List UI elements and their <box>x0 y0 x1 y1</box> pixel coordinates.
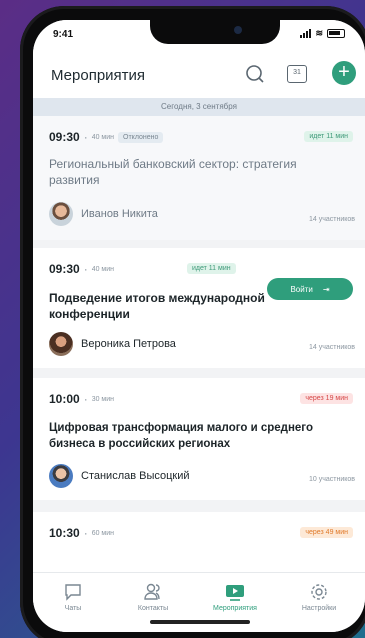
live-badge: идет 11 мин <box>304 131 353 142</box>
meta-separator: · <box>83 262 88 276</box>
live-badge: идет 11 мин <box>187 263 236 274</box>
signal-icon <box>300 29 312 38</box>
settings-icon <box>309 583 329 601</box>
event-card[interactable]: 10:00 · 30 мин через 19 мин Цифровая тра… <box>33 378 365 500</box>
page-title: Мероприятия <box>51 67 146 84</box>
status-time: 9:41 <box>53 29 74 40</box>
event-title: Региональный банковский сектор: стратеги… <box>49 157 297 187</box>
event-duration: 30 мин <box>91 395 115 403</box>
tab-label: Чаты <box>64 605 82 612</box>
contacts-icon <box>143 583 163 601</box>
meta-separator: · <box>83 130 88 144</box>
event-card[interactable]: 09:30 · 40 мин Отклонено идет 11 мин Рег… <box>33 116 365 240</box>
battery-icon <box>327 29 345 38</box>
event-card[interactable]: 09:30 · 40 мин идет 11 мин Подведение ит… <box>33 248 365 368</box>
event-title: Цифровая трансформация малого и среднего… <box>49 422 313 450</box>
tab-label: Настройки <box>301 605 337 612</box>
camera-icon <box>234 26 242 34</box>
participants-count: 14 участников <box>308 344 355 351</box>
enter-icon: ⇥ <box>322 284 330 294</box>
join-label: Войти <box>290 284 313 294</box>
avatar <box>49 202 73 226</box>
event-duration: 40 мин <box>91 265 115 273</box>
calendar-icon[interactable]: 31 <box>287 65 307 83</box>
event-meta: 10:30 · 60 мин <box>49 526 114 540</box>
events-icon <box>225 583 245 601</box>
avatar <box>49 464 73 488</box>
event-time: 09:30 <box>49 262 80 276</box>
phone-notch <box>150 18 280 44</box>
event-time: 10:30 <box>49 526 80 540</box>
avatar <box>49 332 73 356</box>
join-wrapper: Войти ⇥ <box>267 278 353 300</box>
search-icon[interactable] <box>245 64 265 84</box>
host-name: Станислав Высоцкий <box>81 470 190 482</box>
event-host: Вероника Петрова <box>49 332 176 356</box>
status-icons: ≋ <box>300 28 345 39</box>
chat-icon <box>63 583 83 601</box>
wifi-icon: ≋ <box>315 28 323 38</box>
add-event-button[interactable]: + <box>332 61 356 85</box>
tab-events[interactable]: Мероприятия <box>205 583 265 612</box>
meta-separator: · <box>83 526 88 540</box>
app-header: Мероприятия 31 + <box>33 46 365 98</box>
event-host: Иванов Никита <box>49 202 158 226</box>
event-duration: 60 мин <box>91 529 115 537</box>
host-name: Иванов Никита <box>81 208 158 220</box>
upcoming-badge: через 19 мин <box>300 393 353 404</box>
event-meta: 09:30 · 40 мин <box>49 262 114 276</box>
event-time: 09:30 <box>49 130 80 144</box>
participants-count: 14 участников <box>308 216 355 223</box>
event-time: 10:00 <box>49 392 80 406</box>
app-screen: 9:41 ≋ Мероприятия 31 + Сегодня, 3 сентя… <box>33 20 365 632</box>
participants-count: 10 участников <box>308 476 355 483</box>
event-card[interactable]: 10:30 · 60 мин через 49 мин <box>33 512 365 572</box>
date-band: Сегодня, 3 сентября <box>33 98 365 116</box>
tab-label: Контакты <box>137 605 169 612</box>
tab-contacts[interactable]: Контакты <box>123 583 183 612</box>
event-meta: 09:30 · 40 мин Отклонено <box>49 130 164 144</box>
status-badge: Отклонено <box>118 131 164 143</box>
meta-separator: · <box>83 392 88 406</box>
tab-settings[interactable]: Настройки <box>289 583 349 612</box>
host-name: Вероника Петрова <box>81 338 176 350</box>
event-duration: 40 мин <box>91 133 115 141</box>
home-indicator <box>150 620 250 624</box>
event-host: Станислав Высоцкий <box>49 464 190 488</box>
join-button[interactable]: Войти ⇥ <box>267 278 353 300</box>
upcoming-badge: через 49 мин <box>300 527 353 538</box>
tab-chats[interactable]: Чаты <box>43 583 103 612</box>
event-meta: 10:00 · 30 мин <box>49 392 114 406</box>
tab-label: Мероприятия <box>213 605 257 612</box>
